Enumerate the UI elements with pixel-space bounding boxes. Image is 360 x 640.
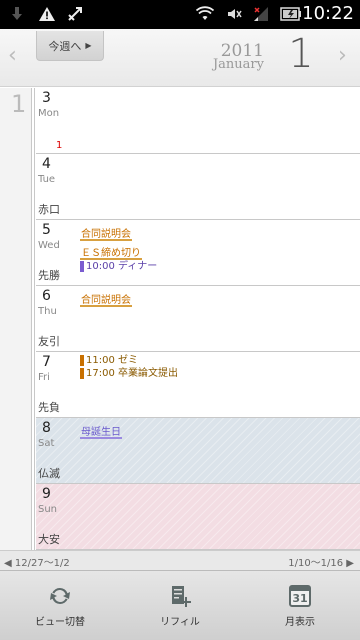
prev-week-link[interactable]: ◀ 12/27〜1/2 [4,554,70,569]
day-row-sun[interactable]: 9 Sun 大安 [36,484,360,550]
play-triangle-icon: ▶ [85,41,92,50]
day-row-tue[interactable]: 4 Tue 赤口 [36,154,360,220]
prev-arrow-icon[interactable]: ‹ [8,43,17,68]
refill-button[interactable]: リフィル [120,571,240,640]
wifi-icon [196,4,214,24]
day-name: Sat [38,438,55,449]
event-item[interactable]: 11:00 ゼミ [80,354,350,367]
week-badge: 1 [56,140,63,151]
refresh-cycle-icon [47,583,73,609]
day-row-sat[interactable]: 8 Sat 母誕生日 仏滅 [36,418,360,484]
bottom-toolbar: ビュー切替 リフィル 31 月表示 [0,570,360,640]
event-list: 11:00 ゼミ 17:00 卒業論文提出 [80,354,350,380]
event-item[interactable]: 合同説明会 [80,294,132,307]
day-number: 6 [42,288,51,304]
week-column: 1 [0,88,32,550]
refill-label: リフィル [160,617,200,628]
divider [34,88,35,550]
day-number: 3 [42,90,51,106]
signal-icon [252,4,270,24]
view-switch-button[interactable]: ビュー切替 [0,571,120,640]
rokuyo-label: 赤口 [38,203,60,216]
month-name-label: January [212,57,264,72]
day-number: 7 [42,354,51,370]
day-name: Mon [38,108,60,119]
battery-icon [280,4,302,24]
event-color-bar [80,355,84,366]
day-name: Thu [38,306,57,317]
event-color-bar [80,261,84,272]
week-number: 1 [11,90,27,118]
mute-icon [226,4,242,24]
event-item[interactable]: ＥＳ締め切り [80,247,142,260]
event-text: 10:00 ディナー [86,261,158,272]
day-number: 9 [42,486,51,502]
month-number: 1 [288,31,314,77]
day-row-wed[interactable]: 5 Wed 合同説明会 ＥＳ締め切り 10:00 ディナー 先勝 [36,220,360,286]
event-text: 11:00 ゼミ [86,355,138,366]
day-number: 5 [42,222,51,238]
calendar-icon-number: 31 [289,585,311,607]
next-week-link[interactable]: 1/10〜1/16 ▶ [288,554,354,569]
week-calendar: 1 3 Mon 1 4 Tue 赤口 5 Wed 合同説明会 ＥＳ締め切り 10… [0,88,360,550]
event-list: 合同説明会 ＥＳ締め切り 10:00 ディナー [80,222,350,273]
clock-time: 10:22 [302,3,354,24]
status-bar: 10:22 [0,0,360,29]
day-name: Tue [38,174,56,185]
day-row-thu[interactable]: 6 Thu 合同説明会 友引 [36,286,360,352]
day-name: Fri [38,372,50,383]
week-navigation: ◀ 12/27〜1/2 1/10〜1/16 ▶ [0,550,360,570]
event-item[interactable]: 合同説明会 [80,228,132,241]
view-switch-label: ビュー切替 [35,617,85,628]
calendar-icon: 31 [287,583,313,609]
event-item[interactable]: 10:00 ディナー [80,260,350,273]
month-header: ‹ 今週へ ▶ 2011 January 1 › [0,29,360,87]
event-text: 17:00 卒業論文提出 [86,368,178,379]
next-arrow-icon[interactable]: › [338,43,347,68]
warning-icon [38,4,56,24]
event-item[interactable]: 母誕生日 [80,426,122,439]
day-name: Wed [38,240,60,251]
usb-debug-icon [66,4,84,24]
rokuyo-label: 先勝 [38,269,60,282]
rokuyo-label: 仏滅 [38,467,60,480]
day-name: Sun [38,504,58,515]
day-number: 4 [42,156,51,172]
event-list: 合同説明会 [80,288,350,307]
this-week-button[interactable]: 今週へ ▶ [36,31,104,61]
download-icon [10,4,24,24]
rokuyo-label: 先負 [38,401,60,414]
rokuyo-label: 大安 [38,533,60,546]
event-list: 母誕生日 [80,420,350,439]
refill-add-icon [167,583,193,609]
day-number: 8 [42,420,51,436]
event-item[interactable]: 17:00 卒業論文提出 [80,367,350,380]
month-view-label: 月表示 [285,617,315,628]
month-view-button[interactable]: 31 月表示 [240,571,360,640]
this-week-label: 今週へ [48,39,82,53]
day-row-mon[interactable]: 3 Mon 1 [36,88,360,154]
event-color-bar [80,368,84,379]
day-row-fri[interactable]: 7 Fri 11:00 ゼミ 17:00 卒業論文提出 先負 [36,352,360,418]
rokuyo-label: 友引 [38,335,60,348]
